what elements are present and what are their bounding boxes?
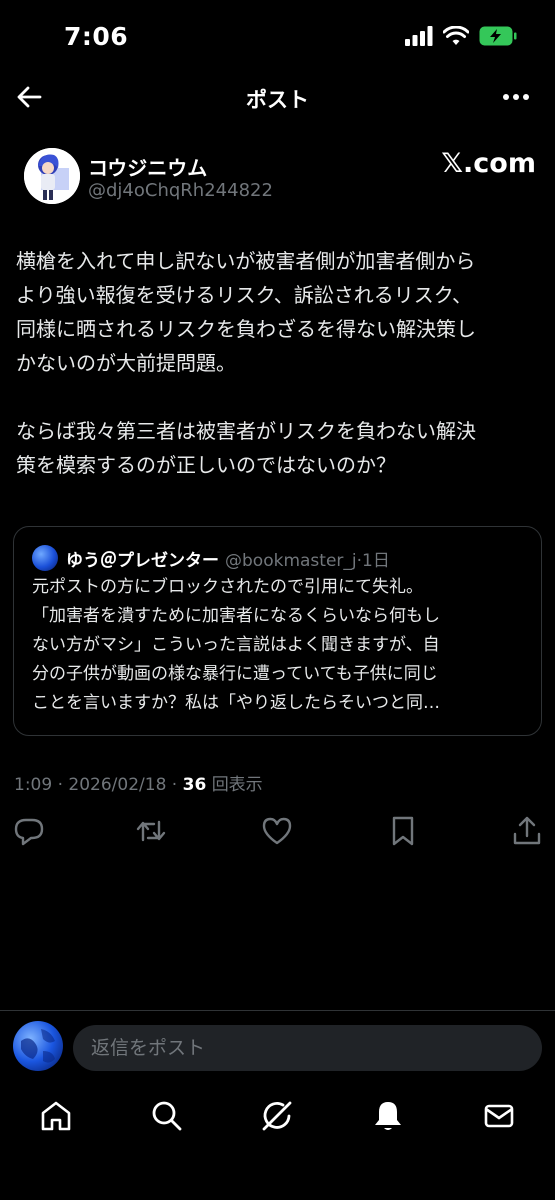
- quote-author-name: ゆう＠プレゼンター: [66, 550, 219, 571]
- views-label: 回表示: [211, 775, 263, 795]
- messages-icon[interactable]: [481, 1098, 517, 1134]
- home-indicator: [207, 1187, 347, 1192]
- post-date: 2026/02/18: [68, 775, 167, 795]
- quote-text: 元ポストの方にブロックされたので引用にて失礼。 「加害者を潰すために加害者になる…: [32, 573, 532, 718]
- meta-separator: ·: [57, 775, 69, 795]
- quote-text-line: 分の子供が動画の様な暴行に遭っていても子供に同じ: [32, 664, 438, 684]
- quote-text-line: 元ポストの方にブロックされたので引用にて失礼。: [32, 577, 423, 597]
- reply-icon[interactable]: [12, 814, 46, 848]
- signal-icon: [405, 26, 433, 46]
- repost-icon[interactable]: [134, 814, 168, 848]
- post-author: コウジニウム @dj4oChqRh244822 𝕏.com: [18, 142, 538, 212]
- reply-bar: [0, 1010, 555, 1082]
- post-text-line: かないのが大前提問題。: [16, 351, 236, 375]
- author-handle[interactable]: @dj4oChqRh244822: [88, 180, 273, 201]
- post-text-line: 同様に晒されるリスクを負わざるを得ない解決策し: [16, 317, 476, 341]
- meta-separator: ·: [171, 775, 183, 795]
- like-icon[interactable]: [260, 814, 294, 848]
- wifi-icon: [443, 26, 469, 45]
- more-options-icon[interactable]: [501, 84, 531, 110]
- bookmark-icon[interactable]: [386, 814, 420, 848]
- post-text-line: 横槍を入れて申し訳ないが被害者側が加害者側から: [16, 249, 476, 273]
- my-avatar[interactable]: [13, 1021, 63, 1071]
- quote-avatar: [32, 545, 58, 571]
- status-icons: [405, 26, 517, 46]
- quote-author-handle: @bookmaster_j·1日: [225, 550, 390, 571]
- quoted-post[interactable]: ゆう＠プレゼンター @bookmaster_j·1日 元ポストの方にブロックされ…: [13, 526, 542, 736]
- grok-icon[interactable]: [259, 1098, 295, 1134]
- quote-text-line: 「加害者を潰すために加害者になるくらいなら何もし: [32, 606, 440, 626]
- nav-header: ポスト: [0, 78, 555, 118]
- post-time: 1:09: [14, 775, 53, 795]
- notifications-icon[interactable]: [370, 1098, 406, 1134]
- status-bar: 7:06: [0, 0, 555, 70]
- bottom-tab-bar: [0, 1090, 555, 1146]
- author-name[interactable]: コウジニウム: [88, 152, 207, 181]
- page-title: ポスト: [246, 88, 309, 112]
- search-icon[interactable]: [149, 1098, 185, 1134]
- post-text: 横槍を入れて申し訳ないが被害者側が加害者側から より強い報復を受けるリスク、訴訟…: [16, 244, 536, 482]
- post-meta: 1:09 · 2026/02/18 · 36 回表示: [14, 770, 263, 795]
- quote-text-line: ない方がマシ」こういった言説はよく聞きますが、自: [32, 635, 440, 655]
- views-count: 36: [182, 775, 207, 795]
- quote-text-line: ことを言いますか？私は「やり返したらそいつと同…: [32, 693, 440, 713]
- reply-input[interactable]: [73, 1025, 542, 1071]
- home-icon[interactable]: [38, 1098, 74, 1134]
- post-text-line: より強い報復を受けるリスク、訴訟されるリスク、: [16, 283, 472, 307]
- post-text-line: 策を模索するのが正しいのではないのか？: [16, 453, 396, 477]
- author-avatar[interactable]: [24, 148, 80, 204]
- post-text-line: ならば我々第三者は被害者がリスクを負わない解決: [16, 419, 476, 443]
- share-icon[interactable]: [510, 814, 544, 848]
- quote-header: ゆう＠プレゼンター @bookmaster_j·1日: [32, 545, 390, 571]
- battery-charging-icon: [479, 26, 517, 46]
- status-time: 7:06: [64, 22, 129, 51]
- action-bar: [0, 812, 555, 852]
- source-label: 𝕏.com: [441, 148, 536, 179]
